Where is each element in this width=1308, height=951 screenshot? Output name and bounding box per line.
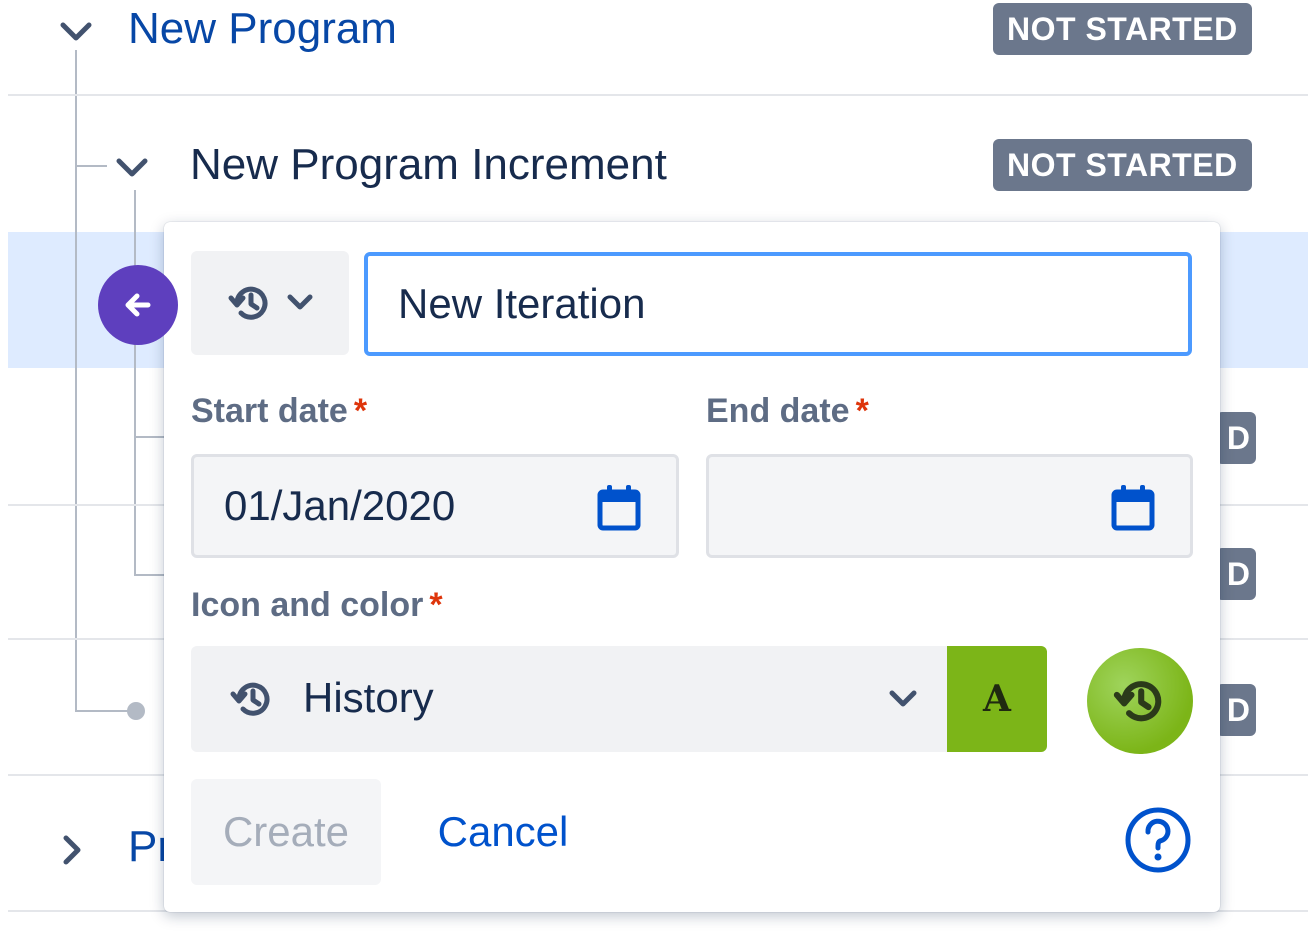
tree-connector bbox=[134, 436, 164, 438]
iteration-name-input[interactable]: New Iteration bbox=[364, 252, 1192, 356]
status-badge: NOT STARTED bbox=[993, 139, 1252, 191]
calendar-icon[interactable] bbox=[1110, 483, 1156, 533]
start-date-label-text: Start date bbox=[191, 392, 348, 430]
history-icon bbox=[230, 682, 270, 716]
chevron-down-icon bbox=[889, 690, 917, 707]
tree-connector bbox=[75, 710, 135, 712]
tree-connector bbox=[77, 165, 107, 167]
row-divider bbox=[8, 94, 1308, 96]
start-date-label: Start date * bbox=[191, 392, 367, 431]
color-picker-button[interactable]: A bbox=[947, 646, 1047, 752]
status-badge: D bbox=[1216, 684, 1256, 736]
status-badge: D bbox=[1216, 412, 1256, 464]
tree-connector bbox=[75, 50, 77, 710]
icon-select[interactable]: History bbox=[191, 646, 947, 752]
chevron-down-icon[interactable] bbox=[112, 148, 152, 188]
end-date-label-text: End date bbox=[706, 392, 850, 430]
end-date-field[interactable] bbox=[706, 454, 1193, 558]
history-icon bbox=[228, 286, 268, 320]
arrow-left-icon bbox=[125, 293, 151, 317]
back-button[interactable] bbox=[98, 265, 178, 345]
status-badge: NOT STARTED bbox=[993, 3, 1252, 55]
tree-node-dot bbox=[127, 702, 145, 720]
chevron-down-icon bbox=[287, 294, 313, 310]
required-asterisk: * bbox=[353, 392, 368, 430]
cancel-button[interactable]: Cancel bbox=[410, 779, 596, 885]
tree-connector bbox=[134, 574, 164, 576]
history-icon bbox=[1113, 681, 1162, 722]
status-badge: D bbox=[1216, 548, 1256, 600]
required-asterisk: * bbox=[429, 586, 443, 624]
type-selector-button[interactable] bbox=[191, 251, 349, 355]
start-date-field[interactable]: 01/Jan/2020 bbox=[191, 454, 679, 558]
start-date-value: 01/Jan/2020 bbox=[224, 482, 456, 529]
icon-color-label: Icon and color * bbox=[191, 586, 443, 625]
tree-connector bbox=[134, 190, 136, 576]
create-button[interactable]: Create bbox=[191, 779, 381, 885]
program-increment-title[interactable]: New Program Increment bbox=[190, 140, 667, 190]
chevron-down-icon[interactable] bbox=[56, 12, 96, 52]
required-asterisk: * bbox=[855, 392, 869, 430]
chevron-right-icon[interactable] bbox=[52, 830, 92, 870]
selected-icon-label: History bbox=[303, 674, 434, 721]
calendar-icon[interactable] bbox=[596, 483, 642, 533]
help-icon[interactable] bbox=[1124, 806, 1192, 874]
end-date-label: End date * bbox=[706, 392, 869, 431]
icon-preview bbox=[1087, 648, 1193, 754]
program-title[interactable]: New Program bbox=[128, 4, 397, 54]
color-letter: A bbox=[983, 678, 1011, 720]
icon-color-label-text: Icon and color bbox=[191, 586, 424, 624]
iteration-name-value: New Iteration bbox=[398, 280, 646, 327]
